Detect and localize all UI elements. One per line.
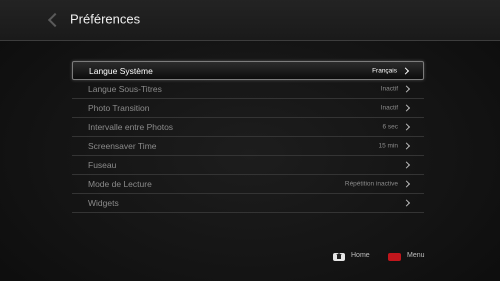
header-bar: Préférences <box>0 0 500 41</box>
menu-item-value: Inactif <box>380 85 398 93</box>
menu-item-label: Photo Transition <box>88 103 150 113</box>
chevron-right-icon <box>402 104 411 112</box>
menu-item-label: Mode de Lecture <box>88 179 152 189</box>
chevron-right-icon <box>402 123 411 131</box>
menu-item-label: Langue Sous-Titres <box>88 84 162 94</box>
chevron-left-icon[interactable] <box>47 12 63 28</box>
menu-item-value: 15 min <box>378 142 398 150</box>
home-hint-label: Home <box>351 252 370 259</box>
menu-item-label: Langue Système <box>89 65 153 76</box>
chevron-right-icon <box>402 161 411 169</box>
chevron-right-icon <box>402 180 411 188</box>
chevron-right-icon <box>402 199 411 207</box>
preferences-menu: Langue Système Français Langue Sous-Titr… <box>72 61 424 213</box>
menu-item-photo-transition[interactable]: Photo Transition Inactif <box>72 99 424 118</box>
menu-item-value: Inactif <box>380 104 398 112</box>
preferences-screen: Préférences Langue Système Français Lang… <box>0 0 500 281</box>
menu-item-intervalle-photos[interactable]: Intervalle entre Photos 6 sec <box>72 118 424 137</box>
menu-item-label: Fuseau <box>88 160 117 170</box>
home-icon <box>336 253 342 259</box>
chevron-right-icon <box>401 66 410 75</box>
menu-hint-label: Menu <box>407 252 425 259</box>
chevron-right-icon <box>402 85 411 93</box>
menu-item-fuseau[interactable]: Fuseau <box>72 156 424 175</box>
menu-item-label: Screensaver Time <box>88 141 157 151</box>
chevron-right-icon <box>402 142 411 150</box>
menu-item-widgets[interactable]: Widgets <box>72 194 424 213</box>
menu-item-label: Widgets <box>88 198 119 208</box>
menu-item-screensaver-time[interactable]: Screensaver Time 15 min <box>72 137 424 156</box>
menu-item-mode-lecture[interactable]: Mode de Lecture Répétition inactive <box>72 175 424 194</box>
menu-item-value: Français <box>372 67 397 74</box>
menu-item-label: Intervalle entre Photos <box>88 122 174 132</box>
menu-item-langue-sous-titres[interactable]: Langue Sous-Titres Inactif <box>72 80 424 99</box>
menu-item-value: Répétition inactive <box>344 180 398 188</box>
page-title: Préférences <box>70 11 141 27</box>
footer-hints: Home Menu <box>0 252 500 264</box>
menu-item-langue-systeme[interactable]: Langue Système Français <box>72 61 424 80</box>
menu-item-value: 6 sec <box>382 123 398 131</box>
red-key-icon <box>388 253 401 261</box>
home-key <box>333 253 345 261</box>
